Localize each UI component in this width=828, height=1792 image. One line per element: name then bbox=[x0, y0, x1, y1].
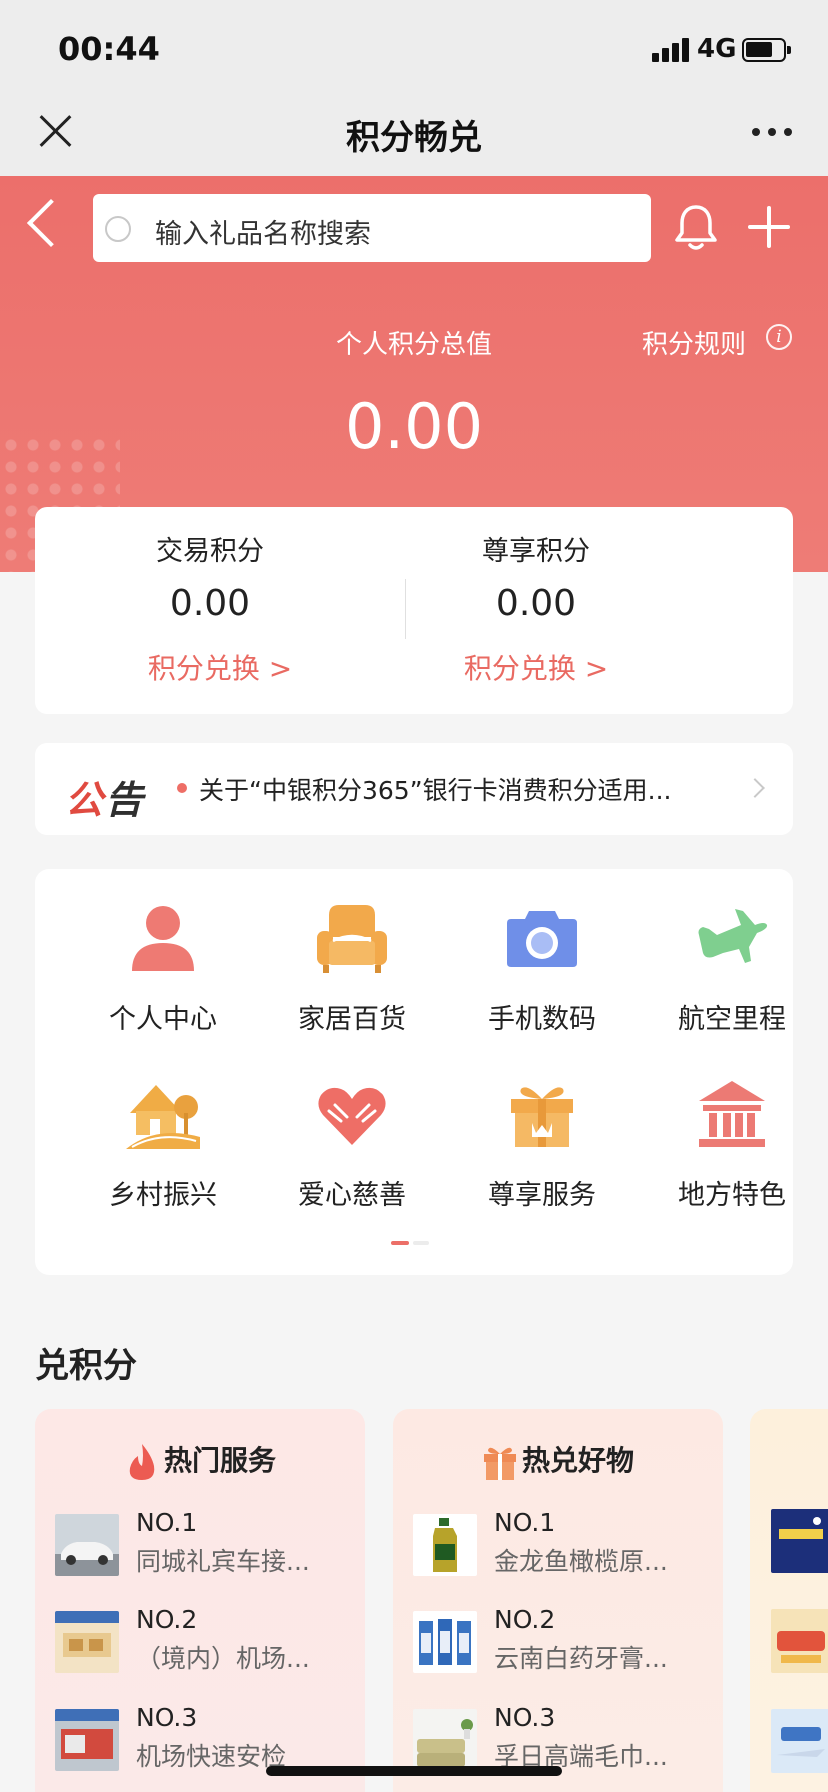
list-item[interactable]: NO.2 云南白药牙膏... bbox=[413, 1605, 713, 1675]
rank-number: NO.3 bbox=[494, 1703, 556, 1732]
car-service-thumbnail bbox=[55, 1514, 119, 1576]
notice-bullet bbox=[177, 783, 187, 793]
rank-number: NO.2 bbox=[136, 1605, 198, 1634]
category-label: 手机数码 bbox=[488, 1004, 596, 1035]
category-grid: 个人中心 家居百货 手机数码 航空里程 乡村振兴 爱心慈善 尊享服务 地方特色 bbox=[35, 869, 793, 1275]
exclusive-points-value: 0.00 bbox=[495, 583, 577, 624]
section-title: 兑积分 bbox=[35, 1346, 137, 1386]
promo-thumbnail bbox=[771, 1709, 828, 1773]
list-item[interactable]: NO.1 同城礼宾车接... bbox=[55, 1508, 355, 1578]
rank-number: NO.3 bbox=[136, 1703, 198, 1732]
back-icon[interactable] bbox=[26, 198, 76, 248]
chevron-right-icon bbox=[745, 778, 765, 798]
category-label: 地方特色 bbox=[678, 1180, 786, 1211]
hot-goods-title: 热兑好物 bbox=[521, 1444, 634, 1477]
list-item[interactable]: NO.1 金龙鱼橄榄原... bbox=[413, 1508, 713, 1578]
rank-name: 金龙鱼橄榄原... bbox=[494, 1547, 668, 1576]
gift-icon bbox=[483, 1447, 516, 1480]
list-item[interactable]: NO.3 机场快速安检 bbox=[55, 1703, 355, 1773]
bank-building-icon bbox=[699, 1081, 765, 1147]
page-indicator bbox=[391, 1241, 431, 1245]
rank-name: 云南白药牙膏... bbox=[494, 1644, 668, 1673]
trade-points-value: 0.00 bbox=[169, 583, 251, 624]
list-item[interactable]: NO.3 孚日高端毛巾... bbox=[413, 1703, 713, 1773]
category-label: 乡村振兴 bbox=[109, 1180, 217, 1211]
person-icon bbox=[132, 906, 194, 971]
notice-bar[interactable]: 公告 关于“中银积分365”银行卡消费积分适用... bbox=[35, 743, 793, 835]
home-indicator bbox=[266, 1766, 562, 1776]
rank-name: （境内）机场... bbox=[136, 1644, 310, 1673]
page-title: 积分畅兑 bbox=[346, 118, 482, 158]
list-item[interactable]: NO.2 （境内）机场... bbox=[55, 1605, 355, 1675]
trade-points-label: 交易积分 bbox=[156, 536, 264, 567]
total-points-value: 0.00 bbox=[344, 390, 484, 463]
category-rural-revitalization[interactable]: 乡村振兴 bbox=[68, 1077, 258, 1217]
search-input[interactable]: 输入礼品名称搜索 bbox=[93, 194, 651, 262]
category-label: 爱心慈善 bbox=[298, 1180, 406, 1211]
status-bar: 00:44 4G bbox=[0, 0, 828, 96]
category-label: 个人中心 bbox=[109, 1004, 217, 1035]
camera-icon bbox=[507, 911, 577, 967]
category-label: 尊享服务 bbox=[488, 1180, 596, 1211]
page-dot-active bbox=[391, 1241, 409, 1245]
toothpaste-thumbnail bbox=[413, 1611, 477, 1673]
category-charity[interactable]: 爱心慈善 bbox=[257, 1077, 447, 1217]
category-label: 家居百货 bbox=[298, 1004, 406, 1035]
bell-icon[interactable] bbox=[672, 202, 720, 252]
hot-services-title: 热门服务 bbox=[163, 1444, 276, 1477]
category-label: 航空里程 bbox=[678, 1004, 786, 1035]
signal-icon bbox=[652, 36, 692, 62]
trade-points: 交易积分 0.00 积分兑换 > bbox=[35, 507, 407, 714]
rank-number: NO.1 bbox=[494, 1508, 556, 1537]
exclusive-points-exchange-link[interactable]: 积分兑换 > bbox=[407, 647, 665, 687]
add-icon[interactable] bbox=[748, 206, 790, 248]
trade-points-exchange-link[interactable]: 积分兑换 > bbox=[35, 647, 405, 687]
notice-logo: 公告 bbox=[65, 778, 146, 822]
nav-bar: 积分畅兑 bbox=[0, 96, 828, 176]
search-placeholder: 输入礼品名称搜索 bbox=[155, 219, 371, 250]
flame-icon bbox=[129, 1444, 155, 1480]
sofa-icon bbox=[317, 905, 387, 973]
points-rules-link[interactable]: 积分规则 bbox=[642, 324, 746, 361]
promo-thumbnail bbox=[771, 1609, 828, 1673]
promo-thumbnail bbox=[771, 1509, 828, 1573]
gift-box-icon bbox=[511, 1087, 573, 1147]
rank-name: 同城礼宾车接... bbox=[136, 1547, 310, 1576]
hot-goods-card[interactable]: 热兑好物 NO.1 金龙鱼橄榄原... NO.2 云南白药牙膏... NO.3 … bbox=[393, 1409, 723, 1792]
rank-number: NO.2 bbox=[494, 1605, 556, 1634]
towel-thumbnail bbox=[413, 1709, 477, 1771]
airplane-icon bbox=[698, 909, 768, 963]
points-card: 交易积分 0.00 积分兑换 > 尊享积分 0.00 积分兑换 > bbox=[35, 507, 793, 714]
house-icon bbox=[126, 1085, 200, 1149]
airport-lounge-thumbnail bbox=[55, 1611, 119, 1673]
divider bbox=[405, 579, 406, 639]
category-exclusive-service[interactable]: 尊享服务 bbox=[447, 1077, 637, 1217]
info-icon[interactable]: i bbox=[766, 324, 792, 350]
notice-text[interactable]: 关于“中银积分365”银行卡消费积分适用... bbox=[199, 771, 671, 807]
exclusive-points: 尊享积分 0.00 积分兑换 > bbox=[407, 507, 828, 714]
more-ranking-card[interactable] bbox=[750, 1409, 828, 1792]
category-local-specialty[interactable]: 地方特色 bbox=[637, 1077, 827, 1217]
rank-number: NO.1 bbox=[136, 1508, 198, 1537]
olive-oil-thumbnail bbox=[413, 1514, 477, 1576]
more-icon[interactable] bbox=[752, 128, 792, 138]
status-time: 00:44 bbox=[58, 30, 160, 68]
category-home-goods[interactable]: 家居百货 bbox=[257, 901, 447, 1041]
heart-hands-icon bbox=[318, 1087, 386, 1145]
category-air-miles[interactable]: 航空里程 bbox=[637, 901, 827, 1041]
category-personal-center[interactable]: 个人中心 bbox=[68, 901, 258, 1041]
airport-security-thumbnail bbox=[55, 1709, 119, 1771]
category-phone-digital[interactable]: 手机数码 bbox=[447, 901, 637, 1041]
search-icon bbox=[105, 216, 131, 242]
network-label: 4G bbox=[697, 34, 737, 64]
hot-goods-header: 热兑好物 bbox=[393, 1439, 723, 1482]
page-dot bbox=[413, 1241, 429, 1245]
exclusive-points-label: 尊享积分 bbox=[482, 536, 590, 567]
battery-icon bbox=[742, 38, 791, 62]
hot-services-card[interactable]: 热门服务 NO.1 同城礼宾车接... NO.2 （境内）机场... NO.3 bbox=[35, 1409, 365, 1792]
hot-services-header: 热门服务 bbox=[35, 1439, 365, 1482]
